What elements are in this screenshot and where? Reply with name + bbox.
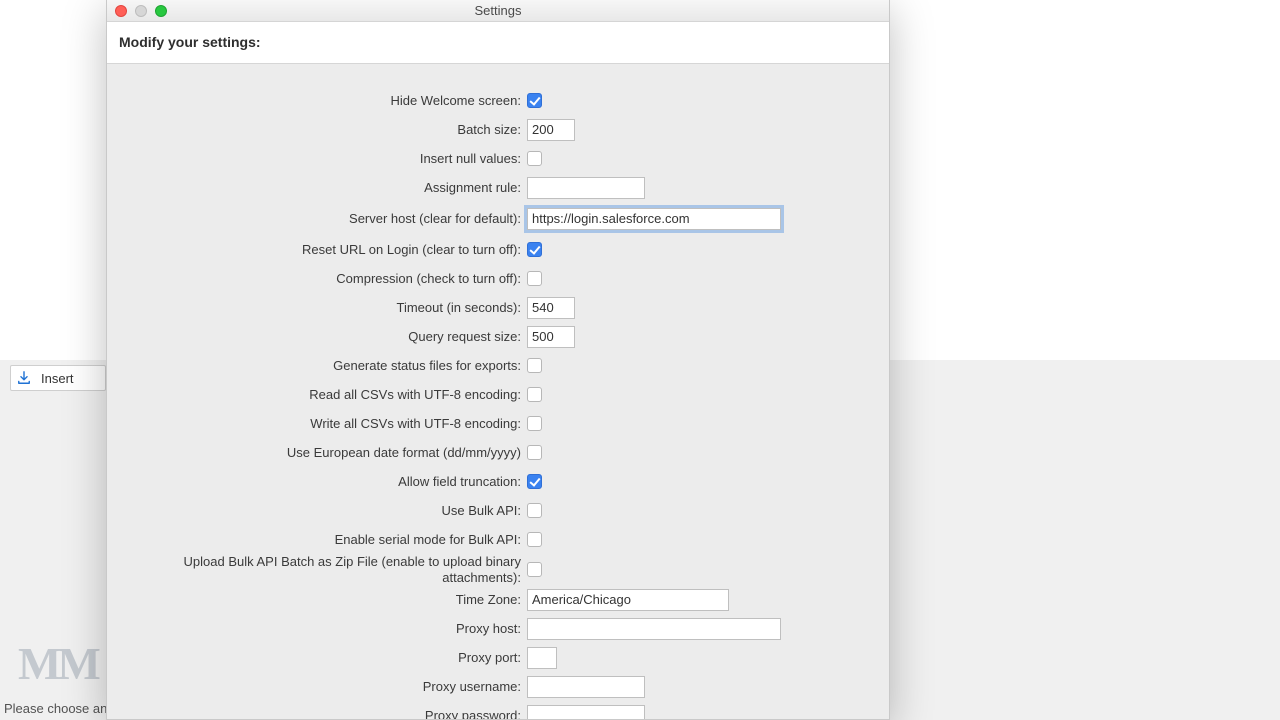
server-host-input[interactable] [527, 208, 781, 230]
serial-bulk-checkbox[interactable] [527, 532, 542, 547]
reset-url-label: Reset URL on Login (clear to turn off): [107, 242, 527, 258]
query-size-input[interactable] [527, 326, 575, 348]
batch-size-label: Batch size: [107, 122, 527, 138]
euro-date-label: Use European date format (dd/mm/yyyy) [107, 445, 527, 461]
window-title: Settings [107, 3, 889, 18]
server-host-label: Server host (clear for default): [107, 211, 527, 227]
time-zone-input[interactable] [527, 589, 729, 611]
zoom-icon[interactable] [155, 5, 167, 17]
minimize-icon[interactable] [135, 5, 147, 17]
settings-window: Settings Modify your settings: Hide Welc… [106, 0, 890, 720]
proxy-port-label: Proxy port: [107, 650, 527, 666]
proxy-port-input[interactable] [527, 647, 557, 669]
compression-checkbox[interactable] [527, 271, 542, 286]
settings-form: Hide Welcome screen: Batch size: Insert … [107, 64, 889, 719]
insert-button[interactable]: Insert [10, 365, 106, 391]
settings-header: Modify your settings: [107, 22, 889, 64]
proxy-host-input[interactable] [527, 618, 781, 640]
hide-welcome-checkbox[interactable] [527, 93, 542, 108]
timeout-label: Timeout (in seconds): [107, 300, 527, 316]
download-icon [17, 371, 31, 385]
write-utf8-checkbox[interactable] [527, 416, 542, 431]
read-utf8-checkbox[interactable] [527, 387, 542, 402]
proxy-user-input[interactable] [527, 676, 645, 698]
time-zone-label: Time Zone: [107, 592, 527, 608]
titlebar: Settings [107, 0, 889, 22]
proxy-host-label: Proxy host: [107, 621, 527, 637]
proxy-user-label: Proxy username: [107, 679, 527, 695]
close-icon[interactable] [115, 5, 127, 17]
zip-bulk-checkbox[interactable] [527, 562, 542, 577]
timeout-input[interactable] [527, 297, 575, 319]
batch-size-input[interactable] [527, 119, 575, 141]
proxy-pass-input[interactable] [527, 705, 645, 719]
hide-welcome-label: Hide Welcome screen: [107, 93, 527, 109]
read-utf8-label: Read all CSVs with UTF-8 encoding: [107, 387, 527, 403]
assignment-rule-label: Assignment rule: [107, 180, 527, 196]
assignment-rule-input[interactable] [527, 177, 645, 199]
allow-trunc-label: Allow field truncation: [107, 474, 527, 490]
gen-status-label: Generate status files for exports: [107, 358, 527, 374]
compression-label: Compression (check to turn off): [107, 271, 527, 287]
use-bulk-label: Use Bulk API: [107, 503, 527, 519]
status-bar-text: Please choose an [4, 701, 107, 716]
gen-status-checkbox[interactable] [527, 358, 542, 373]
watermark-logo: MM [18, 637, 97, 690]
insert-null-label: Insert null values: [107, 151, 527, 167]
query-size-label: Query request size: [107, 329, 527, 345]
insert-null-checkbox[interactable] [527, 151, 542, 166]
settings-scroll[interactable]: Modify your settings: Hide Welcome scree… [107, 22, 889, 719]
reset-url-checkbox[interactable] [527, 242, 542, 257]
window-controls [107, 5, 167, 17]
euro-date-checkbox[interactable] [527, 445, 542, 460]
write-utf8-label: Write all CSVs with UTF-8 encoding: [107, 416, 527, 432]
proxy-pass-label: Proxy password: [107, 708, 527, 719]
zip-bulk-label: Upload Bulk API Batch as Zip File (enabl… [107, 554, 527, 585]
serial-bulk-label: Enable serial mode for Bulk API: [107, 532, 527, 548]
allow-trunc-checkbox[interactable] [527, 474, 542, 489]
use-bulk-checkbox[interactable] [527, 503, 542, 518]
insert-button-label: Insert [41, 371, 74, 386]
